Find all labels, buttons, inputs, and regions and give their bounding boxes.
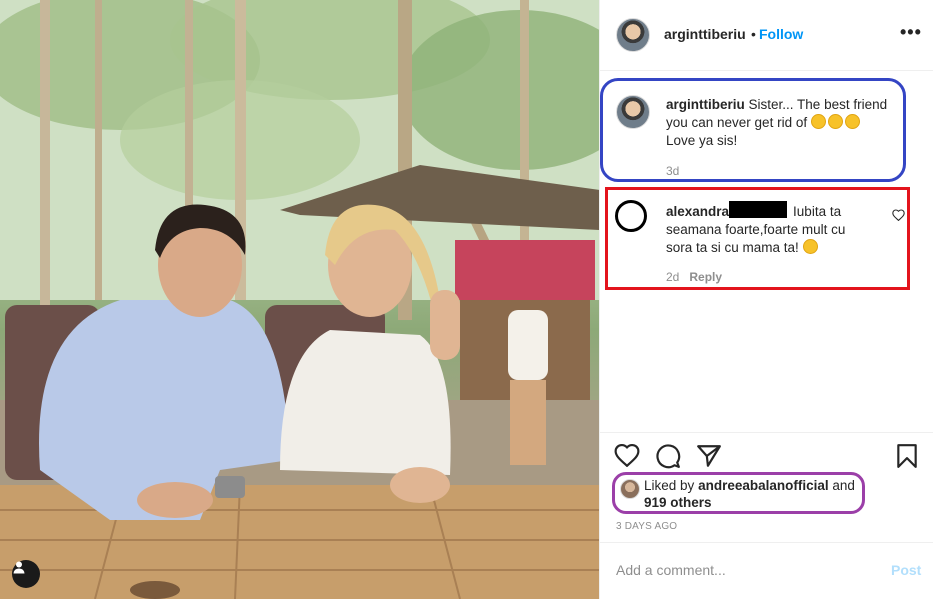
add-comment-divider — [600, 542, 933, 543]
comment-line1: Iubita ta — [793, 204, 842, 219]
caption-age: 3d — [666, 164, 679, 178]
photo-scene — [0, 0, 599, 599]
person-icon — [13, 561, 25, 574]
share-paper-plane-icon[interactable] — [696, 443, 722, 469]
face-with-tongue-emoji — [810, 114, 826, 129]
comment-meta: 2d Reply — [666, 270, 722, 284]
comment-username[interactable]: alexandra — [666, 204, 729, 219]
rolling-on-floor-laughing-emoji — [827, 114, 843, 129]
caption-text: arginttiberiu Sister... The best friend … — [666, 96, 898, 150]
reply-button[interactable]: Reply — [689, 270, 722, 284]
comment-like-heart-icon[interactable] — [892, 209, 905, 221]
like-heart-icon[interactable] — [614, 443, 640, 467]
follow-button[interactable]: Follow — [759, 26, 803, 42]
caption-body-line2: Love ya sis! — [666, 133, 738, 148]
author-username[interactable]: arginttiberiu — [664, 26, 746, 42]
face-blowing-kiss-emoji — [844, 114, 860, 129]
post-comment-button[interactable]: Post — [891, 562, 921, 578]
caption-username[interactable]: arginttiberiu — [666, 97, 745, 112]
comment-line3: sora ta si cu mama ta! — [666, 240, 799, 255]
header-separator: • — [751, 26, 756, 42]
liked-by-prefix: Liked by — [644, 478, 695, 493]
post-timestamp[interactable]: 3 DAYS AGO — [616, 521, 677, 532]
author-avatar[interactable] — [616, 18, 650, 52]
liker-avatar[interactable] — [620, 479, 640, 499]
liker-username[interactable]: andreeabalanofficial — [698, 478, 829, 493]
redacted-username-bar — [729, 201, 787, 218]
post-photo[interactable] — [0, 0, 599, 599]
liked-by-joiner: and — [832, 478, 855, 493]
liked-by-text: Liked by andreeabalanofficial and — [644, 478, 855, 493]
caption-author-avatar[interactable] — [616, 95, 650, 129]
more-options-icon[interactable]: ••• — [900, 22, 922, 43]
likes-count[interactable]: 919 others — [644, 495, 712, 510]
add-comment-input[interactable]: Add a comment... — [616, 562, 726, 578]
post-side-panel: arginttiberiu • Follow ••• arginttiberiu… — [599, 0, 933, 599]
redacted-commenter-avatar[interactable] — [615, 200, 647, 232]
save-bookmark-icon[interactable] — [896, 443, 918, 469]
post-header: arginttiberiu • Follow ••• — [600, 0, 933, 71]
comment-bubble-icon[interactable] — [655, 443, 681, 469]
comment-line2: seamana foarte,foarte mult cu — [666, 222, 846, 237]
action-bar-divider — [600, 432, 933, 433]
smiling-face-emoji — [802, 239, 818, 254]
caption-age-label: 3d — [666, 164, 680, 178]
tagged-users-button[interactable] — [12, 560, 40, 588]
comment-age: 2d — [666, 270, 680, 284]
